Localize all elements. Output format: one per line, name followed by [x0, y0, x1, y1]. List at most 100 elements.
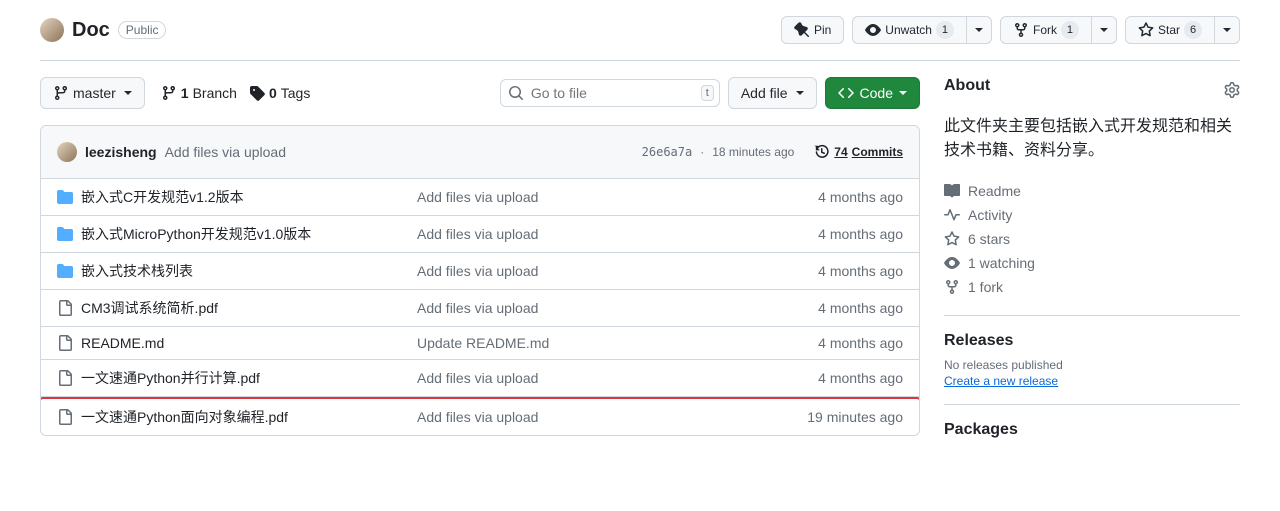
file-name-link[interactable]: CM3调试系统简析.pdf: [81, 298, 218, 318]
file-date: 4 months ago: [783, 263, 903, 279]
commit-author[interactable]: leezisheng: [85, 144, 157, 160]
star-label: Star: [1158, 20, 1180, 40]
star-button[interactable]: Star 6: [1125, 16, 1215, 44]
search-kbd: t: [701, 85, 714, 101]
owner-avatar[interactable]: [40, 18, 64, 42]
file-name-link[interactable]: 嵌入式C开发规范v1.2版本: [81, 187, 244, 207]
fork-button[interactable]: Fork 1: [1000, 16, 1092, 44]
folder-icon: [57, 189, 73, 205]
forks-link[interactable]: 1 fork: [968, 279, 1003, 295]
code-icon: [838, 85, 854, 101]
pin-label: Pin: [814, 20, 831, 40]
file-commit-msg[interactable]: Add files via upload: [417, 409, 538, 425]
book-icon: [944, 183, 960, 199]
file-row: 一文速通Python并行计算.pdf Add files via upload 4 …: [41, 360, 919, 397]
file-date: 4 months ago: [783, 226, 903, 242]
code-button[interactable]: Code: [825, 77, 920, 109]
file-row: CM3调试系统简析.pdf Add files via upload 4 month…: [41, 290, 919, 327]
stars-link[interactable]: 6 stars: [968, 231, 1010, 247]
fork-count: 1: [1061, 21, 1079, 39]
branches-link[interactable]: 1 Branch: [161, 85, 237, 101]
create-release-link[interactable]: Create a new release: [944, 374, 1058, 388]
file-commit-msg[interactable]: Add files via upload: [417, 189, 538, 205]
branch-icon: [53, 85, 69, 101]
commit-time: 18 minutes ago: [712, 145, 794, 159]
add-file-label: Add file: [741, 83, 788, 103]
star-count: 6: [1184, 21, 1202, 39]
watch-count: 1: [936, 21, 954, 39]
eye-icon: [865, 22, 881, 38]
caret-down-icon: [975, 28, 983, 32]
file-icon: [57, 335, 73, 351]
file-row: README.md Update README.md 4 months ago: [41, 327, 919, 360]
file-row: 嵌入式技术栈列表 Add files via upload 4 months ago: [41, 253, 919, 290]
commits-link[interactable]: 74 Commits: [814, 144, 903, 160]
go-to-file-input[interactable]: [500, 79, 720, 107]
releases-none-text: No releases published: [944, 358, 1240, 372]
file-commit-msg[interactable]: Add files via upload: [417, 263, 538, 279]
fork-menu[interactable]: [1092, 16, 1117, 44]
pin-button[interactable]: Pin: [781, 16, 844, 44]
about-description: 此文件夹主要包括嵌入式开发规范和相关技术书籍、资料分享。: [944, 115, 1240, 163]
watch-button[interactable]: Unwatch 1: [852, 16, 967, 44]
file-commit-msg[interactable]: Add files via upload: [417, 370, 538, 386]
activity-link[interactable]: Activity: [968, 207, 1012, 223]
packages-title: Packages: [944, 421, 1240, 439]
file-commit-msg[interactable]: Update README.md: [417, 335, 549, 351]
watch-menu[interactable]: [967, 16, 992, 44]
file-date: 19 minutes ago: [783, 409, 903, 425]
fork-icon: [944, 279, 960, 295]
history-icon: [814, 144, 830, 160]
eye-icon: [944, 255, 960, 271]
tags-link[interactable]: 0 Tags: [249, 85, 310, 101]
commit-message[interactable]: Add files via upload: [165, 144, 286, 160]
caret-down-icon: [1100, 28, 1108, 32]
file-date: 4 months ago: [783, 300, 903, 316]
pulse-icon: [944, 207, 960, 223]
fork-label: Fork: [1033, 20, 1057, 40]
branch-icon: [161, 85, 177, 101]
branch-select[interactable]: master: [40, 77, 145, 109]
watching-link[interactable]: 1 watching: [968, 255, 1035, 271]
file-date: 4 months ago: [783, 370, 903, 386]
file-listing: leezisheng Add files via upload 26e6a7a …: [40, 125, 920, 436]
readme-link[interactable]: Readme: [968, 183, 1021, 199]
branch-name: master: [73, 83, 116, 103]
divider: [40, 60, 1240, 61]
commit-avatar[interactable]: [57, 142, 77, 162]
caret-down-icon: [899, 91, 907, 95]
file-date: 4 months ago: [783, 335, 903, 351]
gear-icon[interactable]: [1224, 82, 1240, 98]
file-icon: [57, 409, 73, 425]
visibility-badge: Public: [118, 21, 167, 39]
caret-down-icon: [1223, 28, 1231, 32]
watch-label: Unwatch: [885, 20, 932, 40]
file-row: 一文速通Python面向对象编程.pdf Add files via upload…: [40, 397, 920, 435]
file-row: 嵌入式C开发规范v1.2版本 Add files via upload 4 mont…: [41, 179, 919, 216]
commit-sha[interactable]: 26e6a7a: [642, 145, 693, 159]
releases-title: Releases: [944, 332, 1240, 350]
caret-down-icon: [796, 91, 804, 95]
file-date: 4 months ago: [783, 189, 903, 205]
fork-icon: [1013, 22, 1029, 38]
file-name-link[interactable]: 一文速通Python并行计算.pdf: [81, 368, 260, 388]
star-icon: [1138, 22, 1154, 38]
file-name-link[interactable]: 嵌入式技术栈列表: [81, 261, 193, 281]
star-menu[interactable]: [1215, 16, 1240, 44]
folder-icon: [57, 263, 73, 279]
file-name-link[interactable]: 一文速通Python面向对象编程.pdf: [81, 407, 288, 427]
file-name-link[interactable]: README.md: [81, 335, 164, 351]
pin-icon: [794, 22, 810, 38]
search-icon: [508, 85, 524, 101]
file-commit-msg[interactable]: Add files via upload: [417, 226, 538, 242]
file-icon: [57, 300, 73, 316]
folder-icon: [57, 226, 73, 242]
code-label: Code: [860, 83, 893, 103]
star-icon: [944, 231, 960, 247]
add-file-button[interactable]: Add file: [728, 77, 817, 109]
tag-icon: [249, 85, 265, 101]
file-row: 嵌入式MicroPython开发规范v1.0版本 Add files via up…: [41, 216, 919, 253]
file-commit-msg[interactable]: Add files via upload: [417, 300, 538, 316]
file-name-link[interactable]: 嵌入式MicroPython开发规范v1.0版本: [81, 224, 311, 244]
repo-name[interactable]: Doc: [72, 19, 110, 42]
